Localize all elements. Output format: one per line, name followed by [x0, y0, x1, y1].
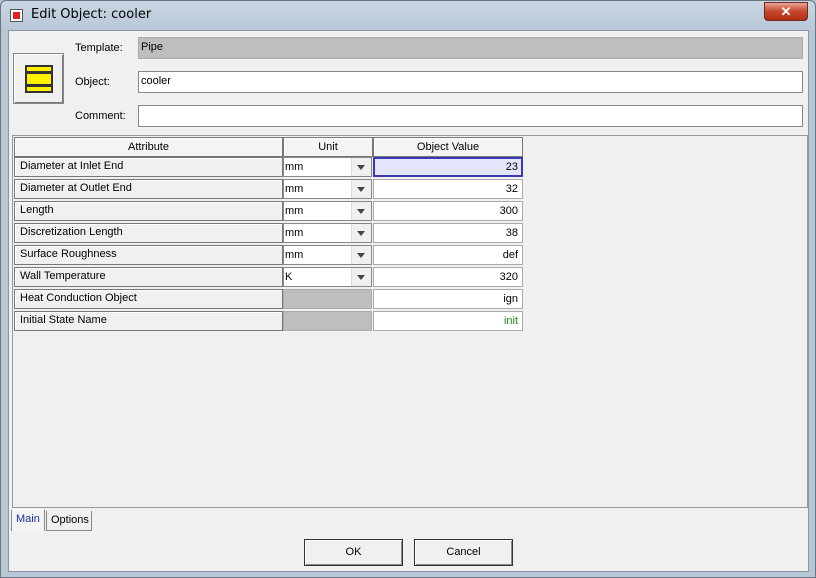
- app-icon: [10, 9, 23, 22]
- unit-value: K: [285, 271, 293, 283]
- unit-select[interactable]: mm: [283, 223, 372, 243]
- ok-button[interactable]: OK: [304, 539, 403, 566]
- window-title: Edit Object: cooler: [31, 7, 152, 22]
- chevron-down-icon[interactable]: [351, 246, 371, 264]
- unit-value: mm: [285, 205, 304, 217]
- unit-cell-disabled: [283, 311, 372, 331]
- attribute-name: Diameter at Outlet End: [14, 179, 283, 199]
- attribute-name: Diameter at Inlet End: [14, 157, 283, 177]
- unit-select[interactable]: K: [283, 267, 372, 287]
- value-cell[interactable]: 38: [373, 223, 523, 243]
- title-bar[interactable]: Edit Object: cooler ✕: [1, 1, 815, 30]
- unit-value: mm: [285, 227, 304, 239]
- value-cell[interactable]: def: [373, 245, 523, 265]
- header-attribute[interactable]: Attribute: [14, 137, 283, 157]
- value-cell[interactable]: 300: [373, 201, 523, 221]
- header-object-value[interactable]: Object Value: [373, 137, 523, 157]
- pipe-icon: [25, 65, 53, 93]
- unit-value: mm: [285, 183, 304, 195]
- attribute-name: Discretization Length: [14, 223, 283, 243]
- value-cell[interactable]: 32: [373, 179, 523, 199]
- comment-label: Comment:: [75, 110, 126, 122]
- object-label: Object:: [75, 76, 110, 88]
- dialog-window: Edit Object: cooler ✕ Template: Pipe Obj…: [0, 0, 816, 578]
- comment-input[interactable]: [138, 105, 803, 127]
- tab-main[interactable]: Main: [11, 509, 45, 531]
- attribute-name: Initial State Name: [14, 311, 283, 331]
- value-cell[interactable]: 23: [373, 157, 523, 177]
- attribute-name: Heat Conduction Object: [14, 289, 283, 309]
- value-cell[interactable]: 320: [373, 267, 523, 287]
- value-cell[interactable]: ign: [373, 289, 523, 309]
- unit-value: mm: [285, 249, 304, 261]
- value-cell[interactable]: init: [373, 311, 523, 331]
- chevron-down-icon[interactable]: [351, 268, 371, 286]
- template-field: Pipe: [138, 37, 803, 59]
- dialog-body: Template: Pipe Object: cooler Comment: A…: [8, 30, 809, 572]
- unit-select[interactable]: mm: [283, 201, 372, 221]
- object-name-input[interactable]: cooler: [138, 71, 803, 93]
- chevron-down-icon[interactable]: [351, 224, 371, 242]
- unit-select[interactable]: mm: [283, 245, 372, 265]
- unit-select[interactable]: mm: [283, 179, 372, 199]
- unit-value: mm: [285, 161, 304, 173]
- template-label: Template:: [75, 42, 123, 54]
- attribute-name: Wall Temperature: [14, 267, 283, 287]
- attribute-name: Surface Roughness: [14, 245, 283, 265]
- unit-select[interactable]: mm: [283, 157, 372, 177]
- tab-options[interactable]: Options: [46, 511, 92, 531]
- unit-cell-disabled: [283, 289, 372, 309]
- header-unit[interactable]: Unit: [283, 137, 373, 157]
- object-type-button[interactable]: [13, 53, 64, 104]
- close-button[interactable]: ✕: [764, 2, 808, 21]
- chevron-down-icon[interactable]: [351, 158, 371, 176]
- attribute-table: Attribute Unit Object Value Diameter at …: [12, 135, 808, 508]
- attribute-name: Length: [14, 201, 283, 221]
- cancel-button[interactable]: Cancel: [414, 539, 513, 566]
- chevron-down-icon[interactable]: [351, 202, 371, 220]
- chevron-down-icon[interactable]: [351, 180, 371, 198]
